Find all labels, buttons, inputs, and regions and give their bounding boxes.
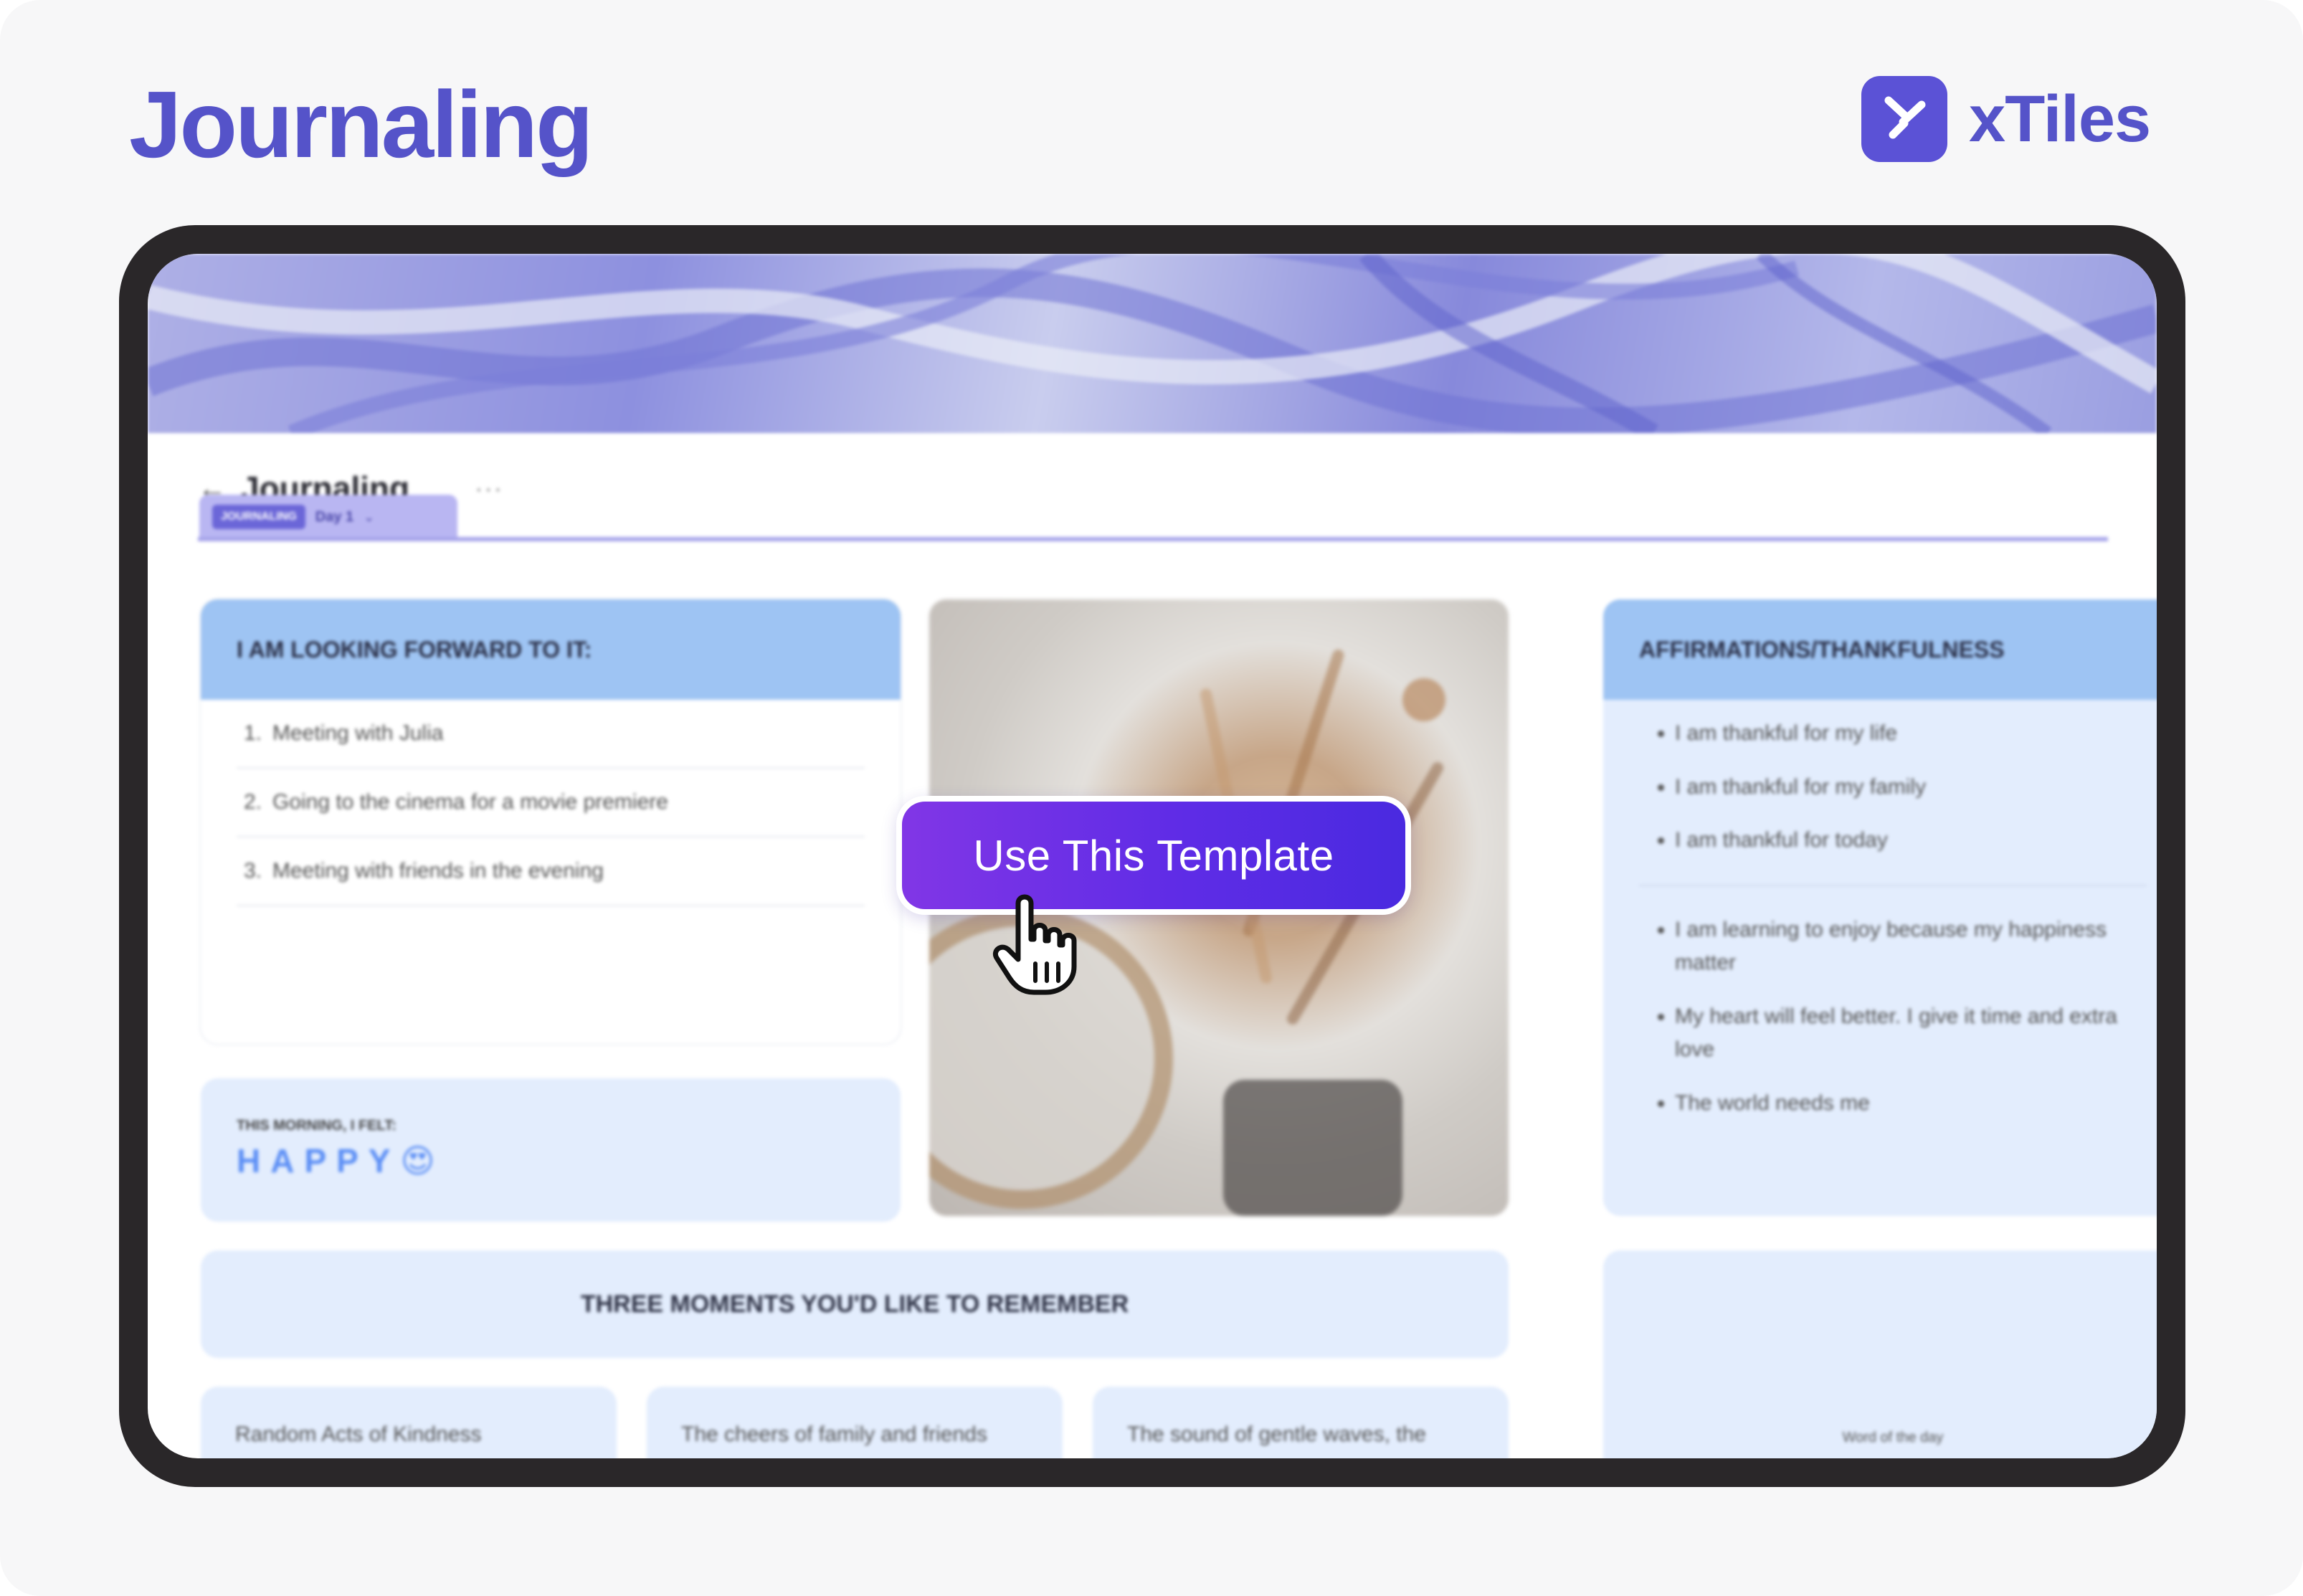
use-template-button[interactable]: Use This Template xyxy=(896,796,1411,915)
moment-card[interactable]: The sound of gentle waves, the xyxy=(1093,1387,1509,1458)
use-template-label: Use This Template xyxy=(902,802,1405,909)
xtiles-logo-icon xyxy=(1861,76,1947,162)
looking-forward-heading: I AM LOOKING FORWARD TO IT: xyxy=(201,599,901,700)
list-item[interactable]: I am thankful for my life xyxy=(1675,707,2147,761)
tab-page-selector[interactable]: Day 1 xyxy=(315,509,353,526)
page-title: Journaling xyxy=(129,72,594,177)
moments-heading[interactable]: THREE MOMENTS YOU'D LIKE TO REMEMBER xyxy=(201,1250,1509,1358)
chevron-down-icon: ⌄ xyxy=(364,509,375,524)
more-options-icon[interactable]: ··· xyxy=(474,472,503,505)
affirmations-list: I am thankful for my life I am thankful … xyxy=(1603,700,2157,1144)
list-item[interactable]: 3. Meeting with friends in the evening xyxy=(237,837,865,906)
mood-card[interactable]: THIS MORNING, I FELT: HAPPY😍 xyxy=(201,1078,901,1222)
marble-banner-image xyxy=(148,254,2157,433)
moment-card[interactable]: Random Acts of Kindness xyxy=(201,1387,617,1458)
brand-name: xTiles xyxy=(1969,82,2151,156)
affirmations-group-2: I am learning to enjoy because my happin… xyxy=(1639,903,2147,1131)
affirmations-group-1: I am thankful for my life I am thankful … xyxy=(1639,707,2147,868)
affirmations-heading: AFFIRMATIONS/THANKFULNESS xyxy=(1603,599,2157,700)
word-of-day-card[interactable]: Word of the day xyxy=(1603,1250,2157,1458)
tab-journaling[interactable]: JOURNALING Day 1 ⌄ xyxy=(199,495,457,539)
mood-word: HAPPY😍 xyxy=(237,1142,435,1179)
list-item[interactable]: I am learning to enjoy because my happin… xyxy=(1675,903,2147,990)
brand[interactable]: xTiles xyxy=(1861,76,2151,162)
mood-label: THIS MORNING, I FELT: xyxy=(237,1118,397,1134)
template-preview-page: Journaling xTiles ← Journaling ··· JOURN… xyxy=(0,0,2303,1596)
list-item[interactable]: My heart will feel better. I give it tim… xyxy=(1675,990,2147,1077)
list-item[interactable]: 1. Meeting with Julia xyxy=(237,700,865,769)
list-item[interactable]: 2. Going to the cinema for a movie premie… xyxy=(237,769,865,837)
list-item[interactable]: I am thankful for my family xyxy=(1675,761,2147,814)
tab-underline xyxy=(198,537,2108,541)
looking-forward-card[interactable]: I AM LOOKING FORWARD TO IT: 1. Meeting wi… xyxy=(201,599,901,1044)
affirmations-card[interactable]: AFFIRMATIONS/THANKFULNESS I am thankful … xyxy=(1603,599,2157,1216)
list-item[interactable]: I am thankful for today xyxy=(1675,814,2147,868)
word-of-day-label: Word of the day xyxy=(1842,1430,1944,1445)
looking-forward-list: 1. Meeting with Julia 2. Going to the cine… xyxy=(201,700,901,921)
tab-label: JOURNALING xyxy=(212,505,305,529)
moment-card[interactable]: The cheers of family and friends xyxy=(647,1387,1063,1458)
list-item[interactable]: The world needs me xyxy=(1675,1077,2147,1131)
heart-eyes-emoji-icon: 😍 xyxy=(400,1142,435,1179)
divider xyxy=(1639,884,2147,886)
hand-pointer-cursor-icon xyxy=(993,894,1077,995)
